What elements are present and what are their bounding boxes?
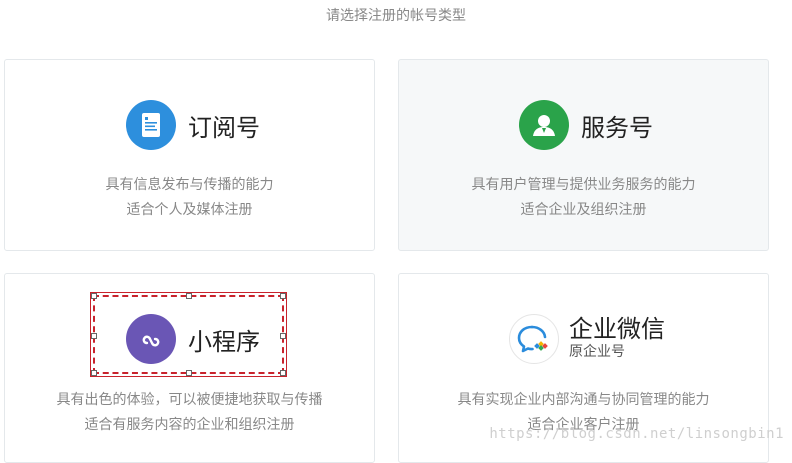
card-subname: 原企业号: [569, 344, 625, 360]
card-name: 服务号: [581, 113, 653, 142]
link-icon: [126, 314, 176, 364]
card-name: 小程序: [188, 327, 260, 356]
chat-bubble-icon: [509, 314, 559, 364]
card-description-line: 具有实现企业内部沟通与协同管理的能力: [457, 392, 710, 408]
card-description-line: 适合个人及媒体注册: [126, 202, 253, 218]
card-description-line: 适合有服务内容的企业和组织注册: [84, 417, 295, 433]
watermark: https://blog.csdn.net/linsongbin1: [489, 426, 784, 442]
card-description-line: 具有用户管理与提供业务服务的能力: [471, 177, 696, 193]
card-description-line: 适合企业及组织注册: [520, 202, 647, 218]
card-subscription-account[interactable]: 订阅号 具有信息发布与传播的能力 适合个人及媒体注册: [4, 59, 375, 251]
user-icon: [519, 100, 569, 150]
card-mini-program[interactable]: 小程序 具有出色的体验，可以被便捷地获取与传播 适合有服务内容的企业和组织注册: [4, 273, 375, 463]
page-title: 请选择注册的帐号类型: [326, 8, 466, 24]
card-description-line: 具有信息发布与传播的能力: [105, 177, 274, 193]
card-description-line: 具有出色的体验，可以被便捷地获取与传播: [56, 392, 323, 408]
card-service-account[interactable]: 服务号 具有用户管理与提供业务服务的能力 适合企业及组织注册: [398, 59, 769, 251]
card-name: 订阅号: [188, 113, 260, 142]
document-icon: [126, 100, 176, 150]
card-name: 企业微信: [569, 315, 665, 343]
